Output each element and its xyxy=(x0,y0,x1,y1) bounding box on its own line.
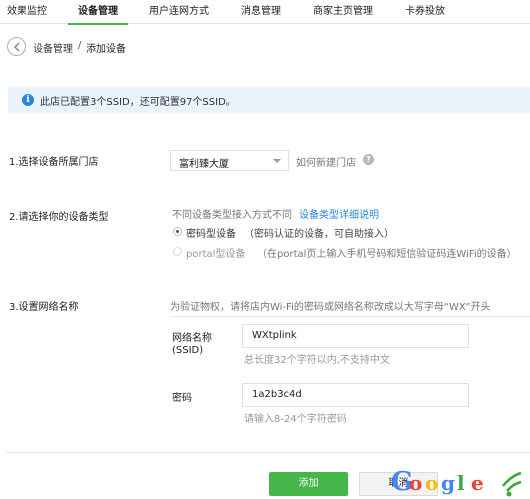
help-icon[interactable]: ? xyxy=(363,154,374,165)
footer-divider xyxy=(6,452,530,453)
info-icon: i xyxy=(22,94,34,106)
step2-label: 2.请选择你的设备类型 xyxy=(9,212,109,223)
back-button[interactable] xyxy=(7,37,26,56)
password-input-value: 1a2b3c4d xyxy=(252,389,302,400)
new-store-link[interactable]: 如何新建门店 xyxy=(296,154,356,169)
google-watermark-logo: Go o g l e xyxy=(391,467,522,497)
ssid-input[interactable]: WXtplink xyxy=(242,324,469,348)
password-tip: 请输入8-24个字符密码 xyxy=(244,414,347,425)
radio-portal-device[interactable] xyxy=(173,247,182,256)
step1-label: 1.选择设备所属门店 xyxy=(9,157,99,168)
radio-password-device[interactable] xyxy=(173,227,182,236)
watermark-letter: g xyxy=(441,471,455,495)
chevron-down-icon xyxy=(273,159,281,163)
divider xyxy=(170,316,530,317)
ssid-label-line2: (SSID) xyxy=(172,345,204,356)
top-nav: 效果监控 设备管理 用户连网方式 消息管理 商家主页管理 卡券投放 xyxy=(0,0,530,25)
step3-label: 3.设置网络名称 xyxy=(9,302,79,313)
watermark-letter: o xyxy=(425,471,438,495)
portal-device-desc: （在portal页上输入手机号码和短信验证码连WiFi的设备） xyxy=(257,249,517,260)
ssid-label-line1: 网络名称 xyxy=(172,333,212,344)
tab-device-management[interactable]: 设备管理 xyxy=(68,0,128,25)
notice-banner: i 此店已配置3个SSID，还可配置97个SSID。 xyxy=(8,87,530,113)
ssid-rule-hint: 为验证物权，请将店内Wi-Fi的密码或网络名称改成以大写字母“WX”开头 xyxy=(170,302,491,313)
chevron-left-icon xyxy=(13,42,20,52)
tab-card-coupon[interactable]: 卡券投放 xyxy=(405,0,445,24)
watermark-letter: l xyxy=(457,471,465,495)
breadcrumb-separator: / xyxy=(78,40,82,51)
notice-text: 此店已配置3个SSID，还可配置97个SSID。 xyxy=(40,97,236,108)
password-device-label[interactable]: 密码型设备 xyxy=(186,225,236,240)
store-select[interactable]: 富利臻大厦 xyxy=(170,150,289,171)
tab-user-network[interactable]: 用户连网方式 xyxy=(149,0,209,24)
portal-device-label[interactable]: portal型设备 xyxy=(186,245,245,260)
watermark-letter: o xyxy=(409,471,422,495)
tab-message-management[interactable]: 消息管理 xyxy=(241,0,281,24)
password-label: 密码 xyxy=(172,393,192,404)
store-select-value: 富利臻大厦 xyxy=(179,159,229,170)
tab-effect-monitor[interactable]: 效果监控 xyxy=(7,0,47,24)
password-input[interactable]: 1a2b3c4d xyxy=(242,383,469,407)
device-type-detail-link[interactable]: 设备类型详细说明 xyxy=(299,206,379,221)
device-type-hint: 不同设备类型接入方式不同 xyxy=(172,210,292,221)
ssid-tip: 总长度32个字符以内,不支持中文 xyxy=(244,355,390,366)
add-button[interactable]: 添加 xyxy=(269,472,348,496)
watermark-letter: e xyxy=(471,471,484,495)
breadcrumb-current: 添加设备 xyxy=(86,44,126,55)
tab-merchant-homepage[interactable]: 商家主页管理 xyxy=(313,0,373,24)
password-device-desc: （密码认证的设备，可自助接入） xyxy=(244,229,394,240)
breadcrumb-parent[interactable]: 设备管理 xyxy=(33,40,73,55)
ssid-input-value: WXtplink xyxy=(252,330,297,341)
